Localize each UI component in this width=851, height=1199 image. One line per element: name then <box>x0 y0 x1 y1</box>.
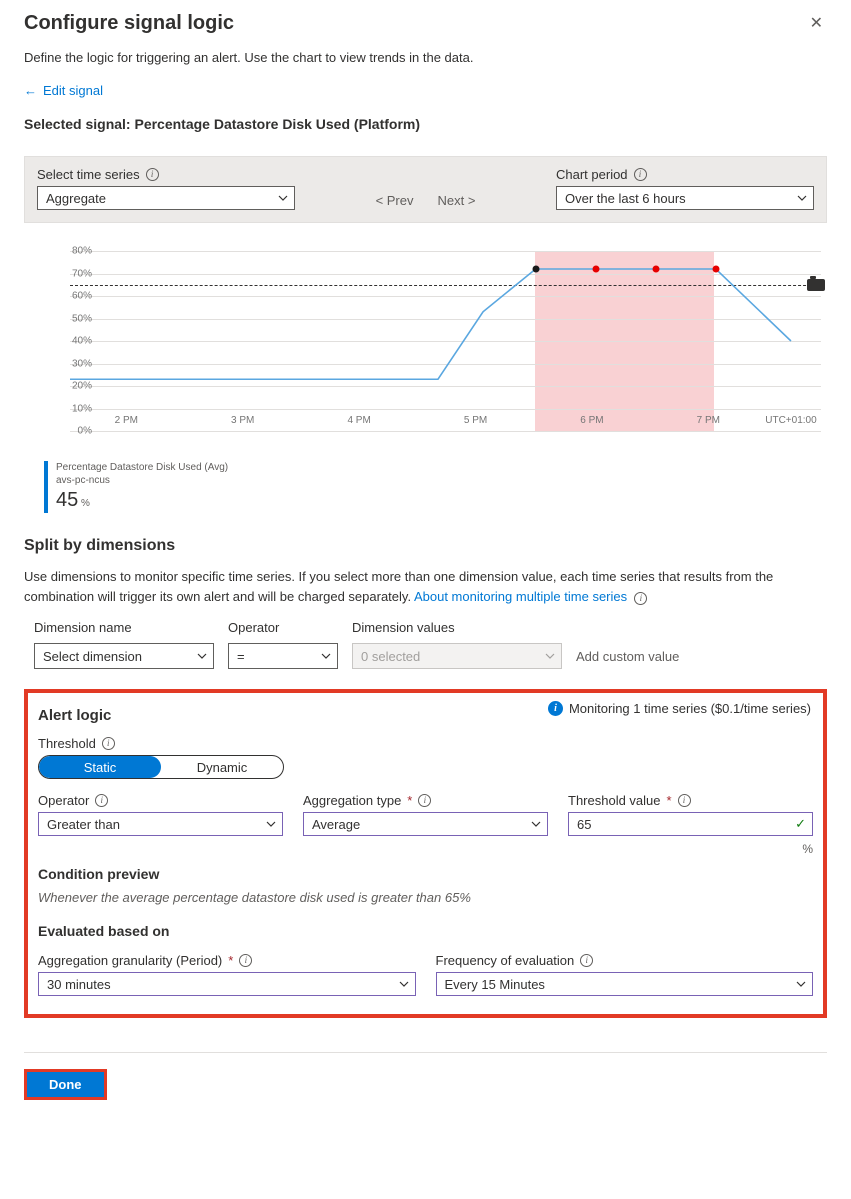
info-icon[interactable]: i <box>102 737 115 750</box>
threshold-dynamic-option[interactable]: Dynamic <box>161 756 283 778</box>
chevron-down-icon <box>321 651 331 661</box>
info-icon[interactable]: i <box>239 954 252 967</box>
granularity-label: Aggregation granularity (Period) *i <box>38 953 416 968</box>
about-monitoring-link[interactable]: About monitoring multiple time series <box>414 589 627 604</box>
condition-preview-label: Condition preview <box>38 866 813 882</box>
add-custom-value-link[interactable]: Add custom value <box>576 649 679 664</box>
condition-preview-text: Whenever the average percentage datastor… <box>38 890 813 905</box>
info-icon[interactable]: i <box>634 168 647 181</box>
threshold-value-input[interactable]: 65 ✓ <box>568 812 813 836</box>
next-button[interactable]: Next > <box>438 193 476 208</box>
edit-signal-label: Edit signal <box>43 83 103 98</box>
time-series-select[interactable]: Aggregate <box>37 186 295 210</box>
monitoring-note: i Monitoring 1 time series ($0.1/time se… <box>548 701 811 716</box>
close-icon[interactable]: ✕ <box>806 12 827 36</box>
chevron-down-icon <box>399 979 409 989</box>
info-icon: i <box>548 701 563 716</box>
chevron-down-icon <box>531 819 541 829</box>
time-series-label: Select time series i <box>37 167 295 182</box>
chevron-down-icon <box>266 819 276 829</box>
threshold-label: Threshold i <box>38 736 813 751</box>
chart-marker <box>532 266 539 273</box>
legend-subtitle: avs-pc-ncus <box>56 474 228 487</box>
operator-label: Operatori <box>38 793 283 808</box>
prev-button[interactable]: < Prev <box>376 193 414 208</box>
chart-period-label: Chart period i <box>556 167 814 182</box>
chevron-down-icon <box>797 193 807 203</box>
page-title: Configure signal logic <box>24 12 234 35</box>
aggregation-type-label: Aggregation type *i <box>303 793 548 808</box>
checkmark-icon: ✓ <box>795 816 806 832</box>
chart-period-select[interactable]: Over the last 6 hours <box>556 186 814 210</box>
info-icon[interactable]: i <box>678 794 691 807</box>
dimension-headers: Dimension name Operator Dimension values <box>34 620 827 635</box>
evaluated-based-on-label: Evaluated based on <box>38 923 813 939</box>
threshold-static-option[interactable]: Static <box>39 756 161 778</box>
dimension-operator-select[interactable]: = <box>228 643 338 669</box>
frequency-label: Frequency of evaluationi <box>436 953 814 968</box>
edit-signal-link[interactable]: ← Edit signal <box>24 83 103 98</box>
done-button[interactable]: Done <box>27 1072 104 1097</box>
info-icon[interactable]: i <box>580 954 593 967</box>
camera-icon[interactable] <box>807 279 825 291</box>
chevron-down-icon <box>278 193 288 203</box>
chevron-down-icon <box>796 979 806 989</box>
frequency-select[interactable]: Every 15 Minutes <box>436 972 814 996</box>
info-icon[interactable]: i <box>634 592 647 605</box>
chart-marker <box>652 266 659 273</box>
dimension-name-select[interactable]: Select dimension <box>34 643 214 669</box>
dimension-values-select[interactable]: 0 selected <box>352 643 562 669</box>
alert-logic-section: i Monitoring 1 time series ($0.1/time se… <box>24 689 827 1018</box>
threshold-toggle[interactable]: Static Dynamic <box>38 755 284 779</box>
chevron-down-icon <box>545 651 555 661</box>
legend-series-name: Percentage Datastore Disk Used (Avg) <box>56 461 228 474</box>
dimensions-description: Use dimensions to monitor specific time … <box>24 567 827 606</box>
chart-legend: Percentage Datastore Disk Used (Avg) avs… <box>44 461 827 513</box>
unit-suffix: % <box>38 842 813 856</box>
chart-marker <box>592 266 599 273</box>
dimensions-title: Split by dimensions <box>24 537 827 555</box>
info-icon[interactable]: i <box>146 168 159 181</box>
selected-signal-label: Selected signal: Percentage Datastore Di… <box>24 116 827 132</box>
threshold-value-label: Threshold value *i <box>568 793 813 808</box>
chart-marker <box>712 266 719 273</box>
operator-select[interactable]: Greater than <box>38 812 283 836</box>
filter-bar: Select time series i Aggregate < Prev Ne… <box>24 156 827 223</box>
granularity-select[interactable]: 30 minutes <box>38 972 416 996</box>
arrow-left-icon: ← <box>24 83 37 98</box>
info-icon[interactable]: i <box>418 794 431 807</box>
page-description: Define the logic for triggering an alert… <box>24 50 827 65</box>
chevron-down-icon <box>197 651 207 661</box>
info-icon[interactable]: i <box>95 794 108 807</box>
legend-current-value: 45 <box>56 489 78 511</box>
aggregation-type-select[interactable]: Average <box>303 812 548 836</box>
metric-chart: 0%10%20%30%40%50%60%70%80%2 PM3 PM4 PM5 … <box>44 251 821 451</box>
